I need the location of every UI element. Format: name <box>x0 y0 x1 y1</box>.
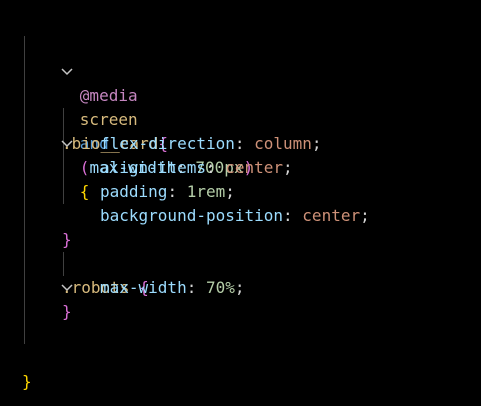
code-line-6[interactable]: align-items: center; <box>0 132 481 177</box>
code-line-10[interactable]: .robots { <box>0 228 481 297</box>
code-line-8[interactable]: background-position: center; <box>0 180 481 225</box>
close-brace-token: } <box>22 372 32 391</box>
code-line-4[interactable]: .bio__card{ <box>0 84 481 153</box>
chevron-down-icon[interactable] <box>3 36 73 76</box>
close-brace-token: } <box>62 302 72 321</box>
code-line-11[interactable]: max-width: 70%; <box>0 252 481 297</box>
code-line-9[interactable]: } <box>0 204 481 249</box>
code-line-12[interactable]: } <box>0 276 481 321</box>
code-editor[interactable]: @media screen and (max-width: 700px) { .… <box>0 0 481 406</box>
code-line-15[interactable]: } <box>0 346 481 391</box>
code-line-5[interactable]: flex-direction: column; <box>0 108 481 153</box>
code-line-1[interactable]: @media screen and (max-width: 700px) { <box>0 12 481 201</box>
code-line-7[interactable]: padding: 1rem; <box>0 156 481 201</box>
